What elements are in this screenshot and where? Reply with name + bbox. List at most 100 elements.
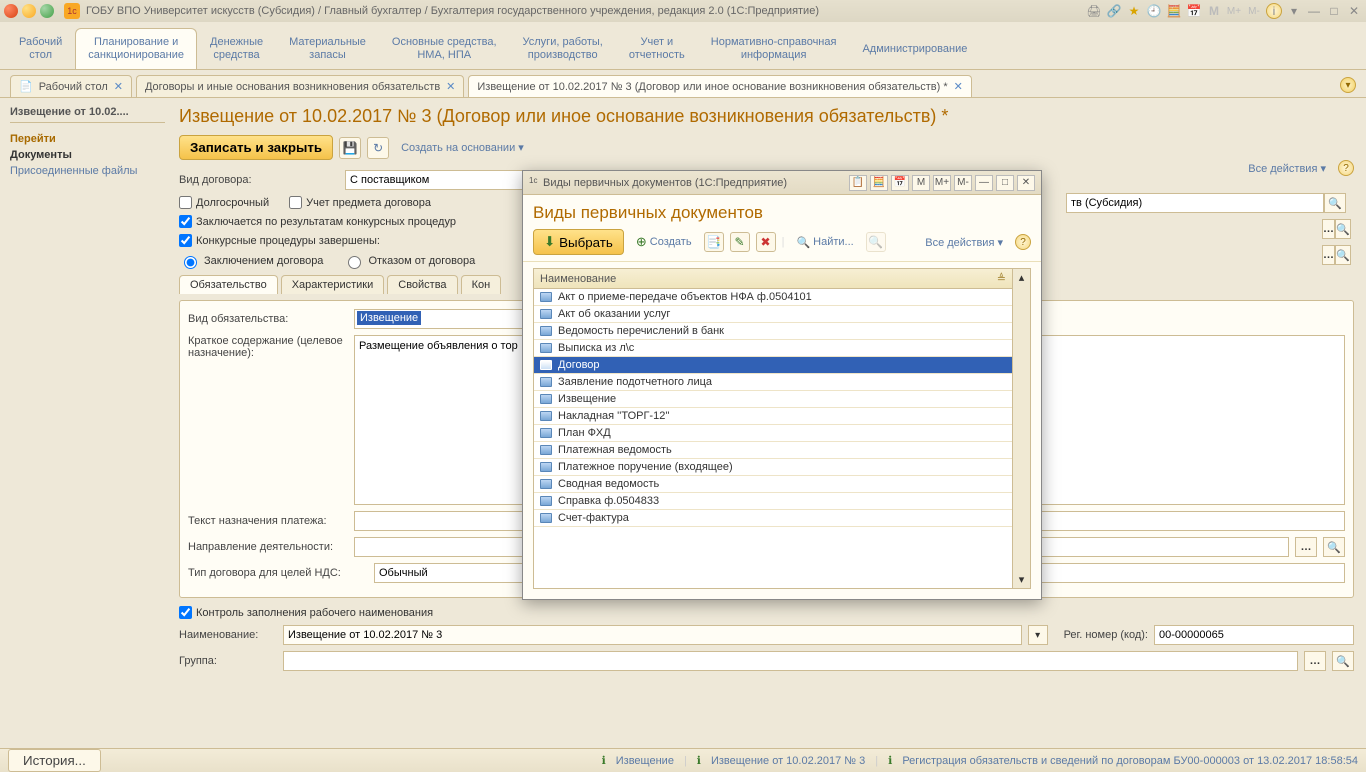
close-icon[interactable]: ✕ — [954, 80, 963, 93]
window-close-icon[interactable]: ✕ — [1346, 3, 1362, 19]
grid-row[interactable]: Платежное поручение (входящее) — [534, 459, 1012, 476]
delete-icon[interactable]: ✖ — [756, 232, 776, 252]
edit-icon[interactable]: ✎ — [730, 232, 750, 252]
window-min-icon[interactable]: — — [1306, 3, 1322, 19]
refresh-button[interactable]: ↻ — [367, 137, 389, 159]
dialog-tool-calendar-icon[interactable]: 📅 — [891, 175, 909, 191]
scroll-down-icon[interactable]: ▾ — [1019, 573, 1025, 586]
sort-icon[interactable]: ≜ — [997, 272, 1006, 285]
tab-contacts[interactable]: Кон — [461, 275, 502, 294]
close-window-icon[interactable] — [4, 4, 18, 18]
dialog-min-icon[interactable]: — — [975, 175, 993, 191]
grid-header[interactable]: Наименование ≜ — [534, 269, 1012, 289]
dialog-tool-m[interactable]: M — [912, 175, 930, 191]
doc-tab-notice[interactable]: Извещение от 10.02.2017 № 3 (Договор или… — [468, 75, 971, 97]
toolbar-calendar-icon[interactable]: 📅 — [1186, 3, 1202, 19]
magnifier-icon[interactable]: 🔍 — [1335, 219, 1351, 239]
dialog-tool-mplus[interactable]: M+ — [933, 175, 951, 191]
sidebar-item-documents[interactable]: Документы — [10, 149, 165, 161]
refuse-radio[interactable] — [348, 256, 361, 269]
tab-properties[interactable]: Свойства — [387, 275, 457, 294]
status-notice-detail[interactable]: Извещение от 10.02.2017 № 3 — [711, 755, 865, 767]
tab-money[interactable]: Денежныесредства — [197, 28, 276, 69]
toolbar-dropdown-icon[interactable]: ▾ — [1286, 3, 1302, 19]
window-max-icon[interactable]: □ — [1326, 3, 1342, 19]
close-icon[interactable]: ✕ — [114, 80, 123, 93]
help-icon[interactable]: ? — [1015, 234, 1031, 250]
dialog-all-actions[interactable]: Все действия ▾ — [919, 235, 1009, 250]
reg-input[interactable] — [1154, 625, 1354, 645]
grid-row[interactable]: Заявление подотчетного лица — [534, 374, 1012, 391]
tab-admin[interactable]: Администрирование — [849, 28, 980, 69]
grid-row[interactable]: Извещение — [534, 391, 1012, 408]
copy-icon[interactable]: 📑 — [704, 232, 724, 252]
tab-desktop[interactable]: Рабочийстол — [6, 28, 75, 69]
ellipsis-button[interactable]: … — [1295, 537, 1317, 557]
grid-row[interactable]: План ФХД — [534, 425, 1012, 442]
help-icon[interactable]: ? — [1338, 160, 1354, 176]
select-button[interactable]: ⬇Выбрать — [533, 229, 624, 255]
magnifier-icon[interactable]: 🔍 — [1335, 245, 1351, 265]
create-based-dropdown[interactable]: Создать на основании ▾ — [395, 140, 530, 155]
maximize-window-icon[interactable] — [40, 4, 54, 18]
doc-tab-desktop[interactable]: 📄 Рабочий стол ✕ — [10, 75, 132, 97]
status-notice[interactable]: Извещение — [616, 755, 674, 767]
toolbar-calc-icon[interactable]: 🧮 — [1166, 3, 1182, 19]
grid-row[interactable]: Счет-фактура — [534, 510, 1012, 527]
longterm-checkbox[interactable] — [179, 196, 192, 209]
ellipsis-button[interactable]: … — [1304, 651, 1326, 671]
magnifier-icon[interactable]: 🔍 — [1332, 651, 1354, 671]
grid-row[interactable]: Акт о приеме-передаче объектов НФА ф.050… — [534, 289, 1012, 306]
toolbar-mplus-icon[interactable]: M+ — [1226, 3, 1242, 19]
doc-tab-contracts[interactable]: Договоры и иные основания возникновения … — [136, 75, 464, 97]
all-actions-dropdown[interactable]: Все действия ▾ — [1242, 161, 1332, 176]
scroll-up-icon[interactable]: ▴ — [1019, 271, 1025, 284]
competitive-done-checkbox[interactable] — [179, 234, 192, 247]
grid-row[interactable]: Акт об оказании услуг — [534, 306, 1012, 323]
grid-row[interactable]: Справка ф.0504833 — [534, 493, 1012, 510]
history-button[interactable]: История... — [8, 749, 101, 772]
organization-input[interactable] — [1066, 193, 1324, 213]
tab-planning[interactable]: Планирование исанкционирование — [75, 28, 197, 69]
grid-row[interactable]: Ведомость перечислений в банк — [534, 323, 1012, 340]
toolbar-history-icon[interactable]: 🕘 — [1146, 3, 1162, 19]
magnifier-icon[interactable]: 🔍 — [1324, 193, 1346, 213]
group-input[interactable] — [283, 651, 1298, 671]
sidebar-item-attached[interactable]: Присоединенные файлы — [10, 165, 165, 177]
save-button[interactable]: 💾 — [339, 137, 361, 159]
dialog-close-icon[interactable]: ✕ — [1017, 175, 1035, 191]
usage-checkbox[interactable] — [289, 196, 302, 209]
minimize-window-icon[interactable] — [22, 4, 36, 18]
clear-find-icon[interactable]: 🔍 — [866, 232, 886, 252]
toolbar-star-icon[interactable]: ★ — [1126, 3, 1142, 19]
tab-characteristics[interactable]: Характеристики — [281, 275, 385, 294]
tab-materials[interactable]: Материальныезапасы — [276, 28, 379, 69]
contract-type-input[interactable] — [345, 170, 545, 190]
toolbar-m-icon[interactable]: M — [1206, 3, 1222, 19]
toolbar-link-icon[interactable]: 🔗 — [1106, 3, 1122, 19]
dialog-max-icon[interactable]: □ — [996, 175, 1014, 191]
name-input[interactable] — [283, 625, 1022, 645]
grid-row[interactable]: Накладная ''ТОРГ-12'' — [534, 408, 1012, 425]
tab-fixed-assets[interactable]: Основные средства,НМА, НПА — [379, 28, 510, 69]
dialog-tool-print-icon[interactable]: 📋 — [849, 175, 867, 191]
tabbar-expand-icon[interactable]: ▾ — [1340, 77, 1356, 93]
find-button[interactable]: 🔍Найти... — [790, 235, 859, 250]
vertical-scrollbar[interactable]: ▴ ▾ — [1012, 269, 1030, 588]
status-registration[interactable]: Регистрация обязательств и сведений по д… — [902, 755, 1358, 767]
tab-accounting[interactable]: Учет иотчетность — [616, 28, 698, 69]
grid-row[interactable]: Выписка из л\с — [534, 340, 1012, 357]
grid-row[interactable]: Платежная ведомость — [534, 442, 1012, 459]
create-button[interactable]: ⊕Создать — [630, 233, 698, 251]
toolbar-mminus-icon[interactable]: M- — [1246, 3, 1262, 19]
grid-row[interactable]: Договор — [534, 357, 1012, 374]
toolbar-print-icon[interactable]: 🖨 — [1086, 3, 1102, 19]
tab-obligation[interactable]: Обязательство — [179, 275, 278, 294]
magnifier-icon[interactable]: 🔍 — [1323, 537, 1345, 557]
sign-radio[interactable] — [184, 256, 197, 269]
dialog-tool-mminus[interactable]: M- — [954, 175, 972, 191]
close-icon[interactable]: ✕ — [446, 80, 455, 93]
tab-services[interactable]: Услуги, работы,производство — [510, 28, 616, 69]
dropdown-icon[interactable]: ▾ — [1028, 625, 1048, 645]
tab-reference[interactable]: Нормативно-справочнаяинформация — [698, 28, 850, 69]
